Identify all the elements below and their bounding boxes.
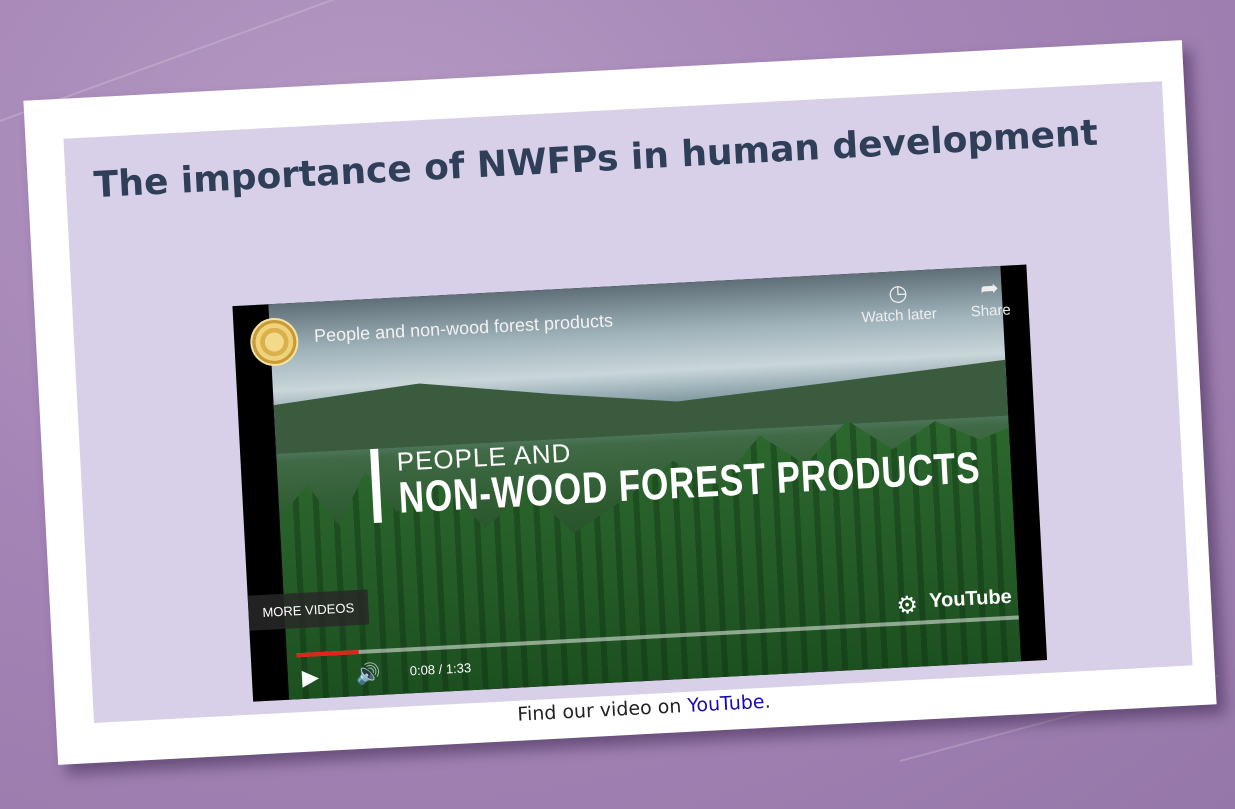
share-button[interactable]: ➦ Share [969, 273, 1011, 320]
more-videos-button[interactable]: MORE VIDEOS [247, 589, 370, 631]
share-label: Share [970, 301, 1012, 321]
video-player[interactable]: People and non-wood forest products ◷ Wa… [232, 264, 1048, 702]
play-icon[interactable]: ▶ [301, 664, 319, 691]
volume-icon[interactable]: 🔊 [355, 661, 381, 687]
youtube-logo[interactable]: YouTube [929, 586, 1013, 613]
page-title: The importance of NWFPs in human develop… [92, 112, 1099, 207]
time-display: 0:08 / 1:33 [409, 660, 472, 679]
content-panel: The importance of NWFPs in human develop… [63, 81, 1193, 726]
content-card: The importance of NWFPs in human develop… [23, 40, 1217, 765]
youtube-link[interactable]: YouTube [687, 691, 765, 717]
clock-icon: ◷ [887, 279, 909, 306]
caption-text: Find our video on [516, 694, 688, 726]
gear-icon[interactable]: ⚙ [896, 591, 919, 621]
share-arrow-icon: ➦ [979, 275, 1000, 301]
caption-suffix: . [763, 690, 772, 713]
watch-later-button[interactable]: ◷ Watch later [860, 277, 937, 326]
